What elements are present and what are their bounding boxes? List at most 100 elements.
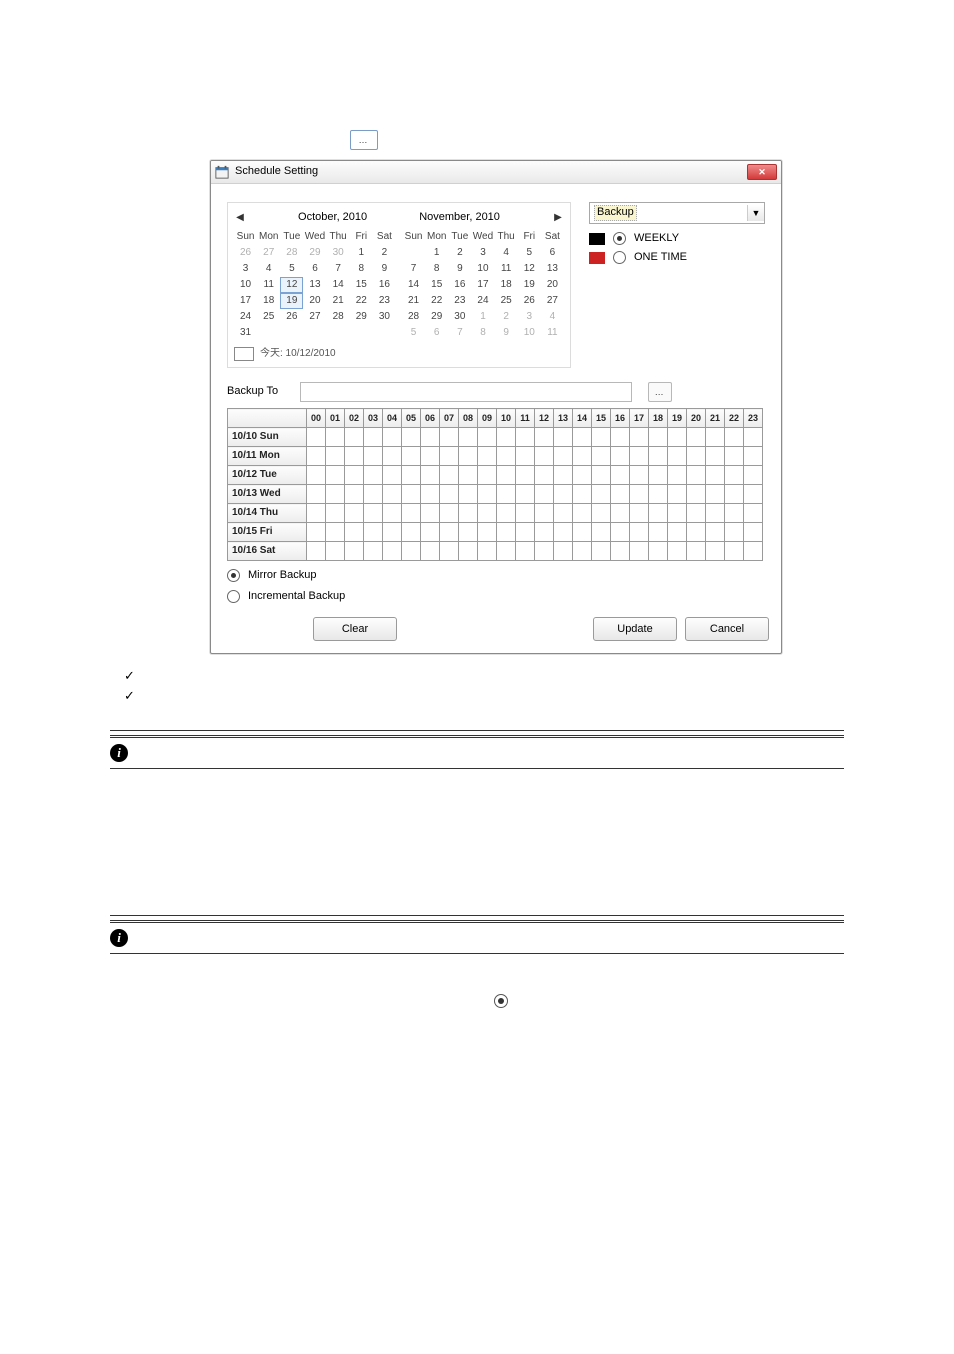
calendar-day[interactable]: 27 xyxy=(541,293,564,309)
grid-cell[interactable] xyxy=(421,542,440,561)
calendar-day[interactable]: 3 xyxy=(518,309,541,325)
calendar-day[interactable]: 6 xyxy=(303,261,326,277)
calendar-day[interactable]: 9 xyxy=(495,325,518,341)
calendar-day[interactable]: 27 xyxy=(257,245,280,261)
grid-cell[interactable] xyxy=(706,466,725,485)
grid-cell[interactable] xyxy=(459,466,478,485)
calendar-day[interactable]: 15 xyxy=(425,277,448,293)
grid-cell[interactable] xyxy=(440,523,459,542)
calendar-day[interactable]: 11 xyxy=(257,277,280,293)
grid-cell[interactable] xyxy=(554,523,573,542)
grid-cell[interactable] xyxy=(592,504,611,523)
grid-cell[interactable] xyxy=(307,523,326,542)
calendar-day[interactable]: 4 xyxy=(495,245,518,261)
calendar-day[interactable]: 7 xyxy=(327,261,350,277)
clear-button[interactable]: Clear xyxy=(313,617,397,641)
schedule-grid[interactable]: 0001020304050607080910111213141516171819… xyxy=(227,408,763,561)
grid-cell[interactable] xyxy=(516,542,535,561)
grid-cell[interactable] xyxy=(706,485,725,504)
grid-cell[interactable] xyxy=(440,485,459,504)
grid-cell[interactable] xyxy=(478,504,497,523)
grid-cell[interactable] xyxy=(630,542,649,561)
grid-cell[interactable] xyxy=(345,466,364,485)
next-month-button[interactable]: ▶ xyxy=(552,211,564,225)
grid-cell[interactable] xyxy=(364,447,383,466)
grid-cell[interactable] xyxy=(725,523,744,542)
grid-cell[interactable] xyxy=(687,466,706,485)
grid-cell[interactable] xyxy=(630,466,649,485)
grid-cell[interactable] xyxy=(326,466,345,485)
grid-cell[interactable] xyxy=(535,523,554,542)
grid-cell[interactable] xyxy=(744,428,763,447)
grid-cell[interactable] xyxy=(307,542,326,561)
calendar-day[interactable]: 17 xyxy=(234,293,257,309)
grid-cell[interactable] xyxy=(478,523,497,542)
grid-cell[interactable] xyxy=(497,504,516,523)
calendar-day[interactable]: 19 xyxy=(280,293,303,309)
calendar-day[interactable]: 18 xyxy=(495,277,518,293)
calendar-day[interactable]: 2 xyxy=(495,309,518,325)
legend-weekly[interactable]: WEEKLY xyxy=(589,232,765,245)
calendar-day[interactable] xyxy=(303,325,326,341)
grid-cell[interactable] xyxy=(421,504,440,523)
grid-cell[interactable] xyxy=(440,428,459,447)
grid-cell[interactable] xyxy=(649,504,668,523)
grid-cell[interactable] xyxy=(725,447,744,466)
radio-incremental-row[interactable]: Incremental Backup xyxy=(227,590,765,603)
grid-cell[interactable] xyxy=(478,428,497,447)
calendar-day[interactable]: 12 xyxy=(280,277,303,293)
cancel-button[interactable]: Cancel xyxy=(685,617,769,641)
calendar-day[interactable]: 11 xyxy=(541,325,564,341)
grid-cell[interactable] xyxy=(554,428,573,447)
grid-cell[interactable] xyxy=(592,542,611,561)
legend-onetime[interactable]: ONE TIME xyxy=(589,251,765,264)
grid-cell[interactable] xyxy=(744,447,763,466)
grid-cell[interactable] xyxy=(668,466,687,485)
calendar-day[interactable]: 14 xyxy=(402,277,425,293)
grid-cell[interactable] xyxy=(326,485,345,504)
grid-cell[interactable] xyxy=(307,428,326,447)
calendar-day[interactable]: 17 xyxy=(471,277,494,293)
calendar-day[interactable]: 20 xyxy=(541,277,564,293)
calendar-day[interactable]: 10 xyxy=(471,261,494,277)
grid-cell[interactable] xyxy=(421,447,440,466)
prev-month-button[interactable]: ◀ xyxy=(234,211,246,225)
grid-cell[interactable] xyxy=(744,523,763,542)
grid-cell[interactable] xyxy=(383,504,402,523)
calendar-day[interactable]: 13 xyxy=(541,261,564,277)
grid-cell[interactable] xyxy=(535,447,554,466)
grid-cell[interactable] xyxy=(744,542,763,561)
grid-cell[interactable] xyxy=(687,447,706,466)
calendar-day[interactable]: 10 xyxy=(234,277,257,293)
grid-cell[interactable] xyxy=(383,447,402,466)
grid-cell[interactable] xyxy=(611,485,630,504)
calendar-day[interactable]: 9 xyxy=(373,261,396,277)
calendar-day[interactable]: 1 xyxy=(425,245,448,261)
grid-cell[interactable] xyxy=(725,504,744,523)
grid-cell[interactable] xyxy=(554,447,573,466)
grid-cell[interactable] xyxy=(611,466,630,485)
grid-cell[interactable] xyxy=(402,523,421,542)
grid-cell[interactable] xyxy=(592,447,611,466)
grid-cell[interactable] xyxy=(364,504,383,523)
grid-cell[interactable] xyxy=(383,523,402,542)
grid-cell[interactable] xyxy=(573,504,592,523)
calendar-day[interactable]: 29 xyxy=(350,309,373,325)
grid-cell[interactable] xyxy=(497,485,516,504)
grid-cell[interactable] xyxy=(459,447,478,466)
radio-weekly[interactable] xyxy=(613,232,626,245)
grid-cell[interactable] xyxy=(459,523,478,542)
calendar-day[interactable]: 14 xyxy=(327,277,350,293)
grid-cell[interactable] xyxy=(345,428,364,447)
grid-cell[interactable] xyxy=(516,504,535,523)
grid-cell[interactable] xyxy=(744,485,763,504)
calendar-day[interactable]: 15 xyxy=(350,277,373,293)
grid-cell[interactable] xyxy=(554,485,573,504)
grid-cell[interactable] xyxy=(630,428,649,447)
grid-cell[interactable] xyxy=(706,542,725,561)
grid-cell[interactable] xyxy=(364,542,383,561)
grid-cell[interactable] xyxy=(649,523,668,542)
grid-cell[interactable] xyxy=(402,504,421,523)
grid-cell[interactable] xyxy=(516,523,535,542)
grid-cell[interactable] xyxy=(725,466,744,485)
